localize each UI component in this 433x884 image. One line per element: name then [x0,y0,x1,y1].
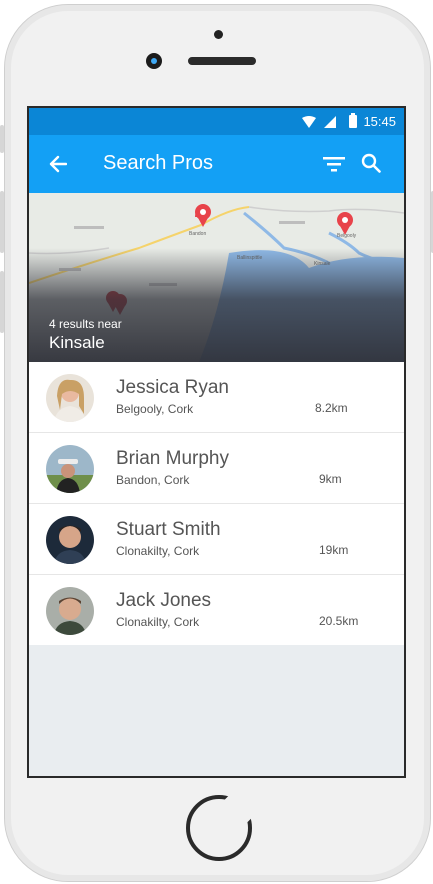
app-bar: Search Pros [29,135,404,193]
pro-distance: 8.2km [315,401,348,415]
pro-distance: 20.5km [319,614,359,628]
search-location: Kinsale [49,333,105,352]
list-item[interactable]: Stuart Smith Clonakilty, Cork 19km [29,504,404,575]
pro-name: Jessica Ryan [116,377,229,398]
pro-location: Clonakilty, Cork [116,615,200,629]
status-time: 15:45 [363,114,396,129]
list-item[interactable]: Brian Murphy Bandon, Cork 9km [29,433,404,504]
front-camera [146,53,162,69]
results-count: 4 results near [49,317,122,331]
pro-distance: 19km [319,543,349,557]
map-place-label: Bandon [189,231,206,237]
avatar [46,516,94,564]
wifi-icon [302,115,316,133]
avatar [46,587,94,635]
pro-name: Jack Jones [116,590,212,611]
mute-switch [0,125,4,153]
home-button[interactable] [186,795,252,861]
pro-name: Brian Murphy [116,448,229,469]
battery-icon [349,113,357,133]
volume-up-button [0,191,4,253]
avatar [46,445,94,493]
pro-location: Belgooly, Cork [116,402,194,416]
pro-distance: 9km [319,472,342,486]
pro-location: Bandon, Cork [116,473,190,487]
app-screen: 15:45 Search Pros Bandon Belgooly 4 resu… [27,106,406,778]
pros-list: Jessica Ryan Belgooly, Cork 8.2km Brian … [29,362,404,645]
avatar [46,374,94,422]
list-item[interactable]: Jack Jones Clonakilty, Cork 20.5km [29,575,404,645]
page-title: Search Pros [103,152,214,174]
status-bar: 15:45 [29,108,404,135]
volume-down-button [0,271,4,333]
filter-icon[interactable] [323,155,345,178]
pro-location: Clonakilty, Cork [116,544,200,558]
earpiece-speaker [188,57,256,65]
front-sensor [214,30,223,39]
pro-name: Stuart Smith [116,519,221,540]
back-arrow-icon[interactable] [49,155,68,178]
search-icon[interactable] [361,153,381,178]
results-map[interactable]: BandonBallinspittleKinsaleBelgooly 4 res… [29,193,404,362]
signal-icon [324,115,336,133]
list-item[interactable]: Jessica Ryan Belgooly, Cork 8.2km [29,362,404,433]
map-place-label: Belgooly [337,233,357,239]
